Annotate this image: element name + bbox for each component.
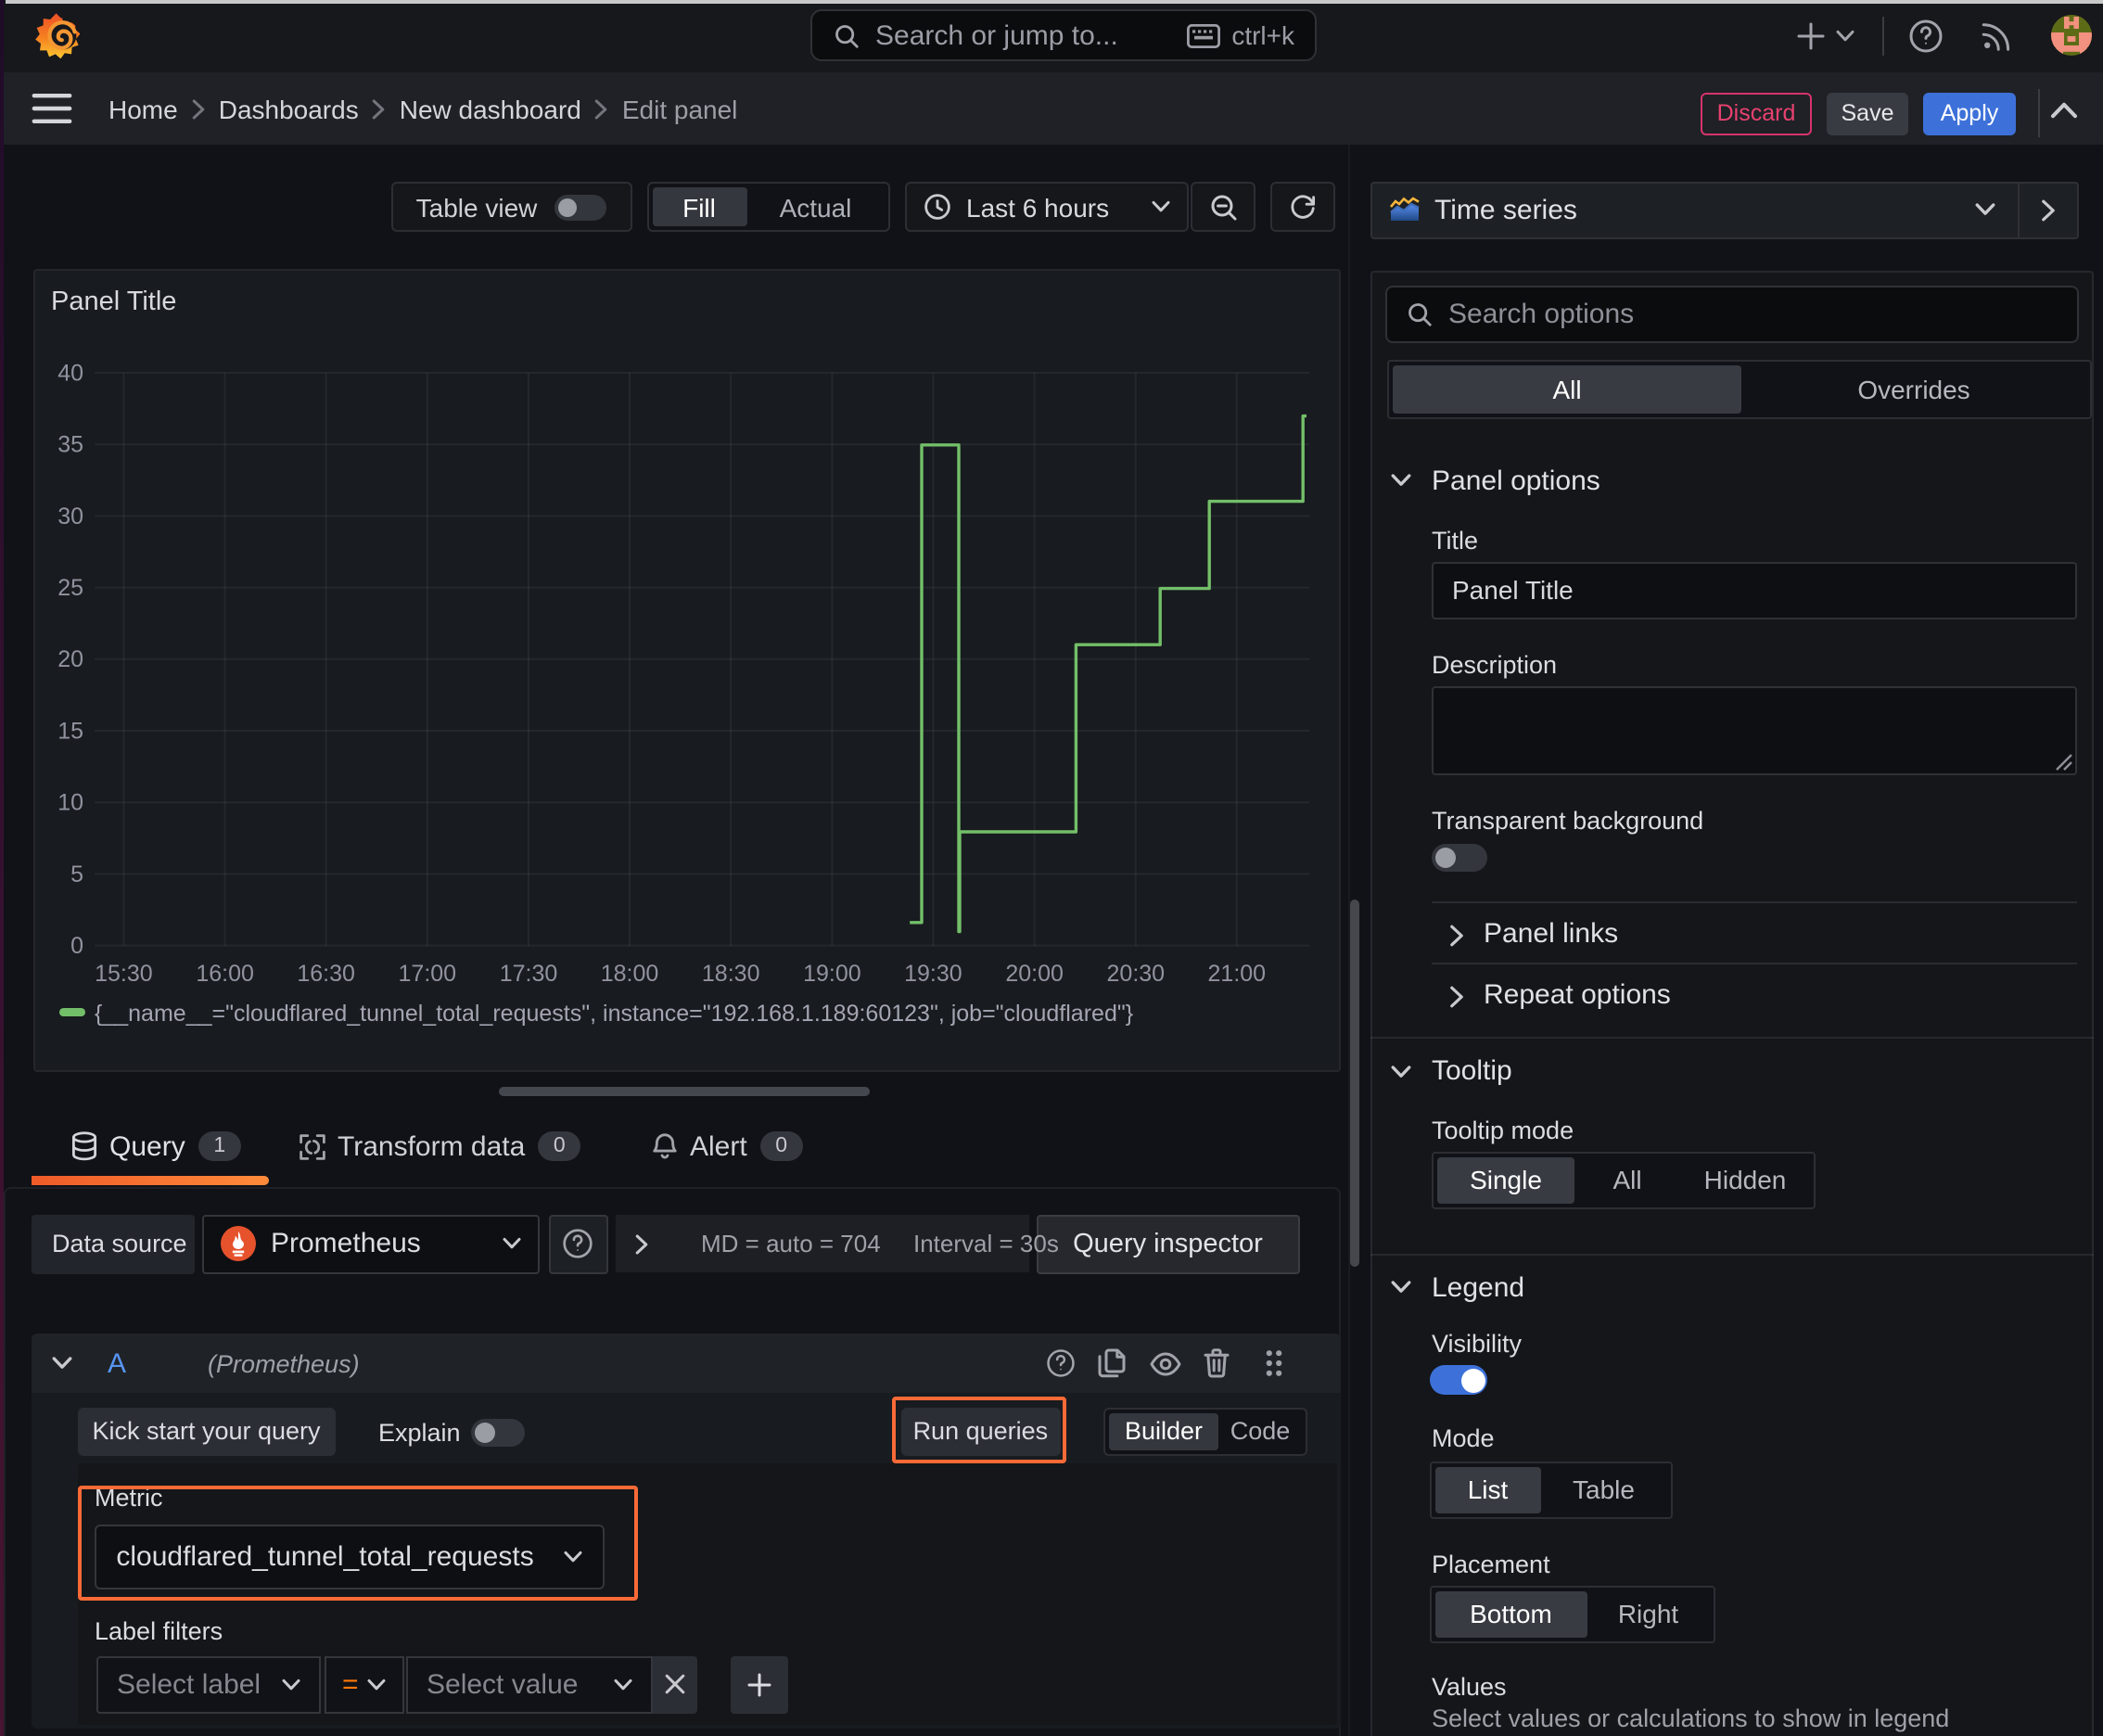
svg-text:15: 15 bbox=[57, 718, 83, 744]
svg-text:40: 40 bbox=[57, 360, 83, 386]
svg-text:25: 25 bbox=[57, 575, 83, 601]
svg-text:10: 10 bbox=[57, 790, 83, 816]
svg-text:18:30: 18:30 bbox=[702, 961, 760, 987]
svg-text:19:00: 19:00 bbox=[803, 961, 861, 987]
svg-text:16:00: 16:00 bbox=[196, 961, 254, 987]
svg-text:17:00: 17:00 bbox=[399, 961, 457, 987]
svg-text:35: 35 bbox=[57, 432, 83, 458]
svg-text:20: 20 bbox=[57, 646, 83, 672]
svg-text:0: 0 bbox=[70, 933, 83, 959]
svg-text:20:00: 20:00 bbox=[1005, 961, 1064, 987]
svg-text:30: 30 bbox=[57, 504, 83, 530]
svg-text:{__name__="cloudflared_tunnel_: {__name__="cloudflared_tunnel_total_requ… bbox=[95, 1001, 1133, 1027]
svg-text:21:00: 21:00 bbox=[1208, 961, 1267, 987]
svg-text:20:30: 20:30 bbox=[1107, 961, 1166, 987]
svg-text:15:30: 15:30 bbox=[95, 961, 153, 987]
svg-text:19:30: 19:30 bbox=[904, 961, 962, 987]
svg-text:18:00: 18:00 bbox=[601, 961, 659, 987]
svg-text:17:30: 17:30 bbox=[500, 961, 558, 987]
svg-text:16:30: 16:30 bbox=[297, 961, 355, 987]
svg-text:5: 5 bbox=[70, 862, 83, 887]
